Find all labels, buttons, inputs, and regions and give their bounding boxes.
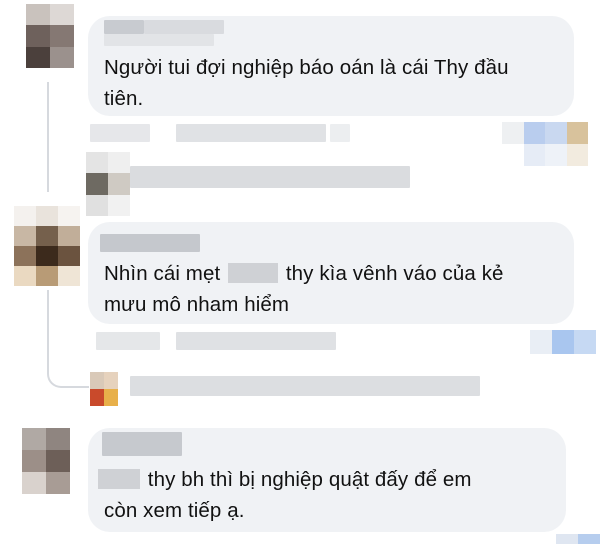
comment-text: Nhìn cái mẹt thy kìa vênh váo của kẻ mưu…: [104, 258, 504, 320]
reply-avatar[interactable]: [86, 152, 130, 216]
author-name[interactable]: [144, 20, 224, 34]
avatar[interactable]: [22, 428, 70, 494]
comment-text: Người tui đợi nghiệp báo oán là cái Thy …: [104, 52, 509, 114]
thread-line: [47, 82, 49, 192]
redacted-name: [98, 469, 140, 489]
reaction-icon[interactable]: [556, 534, 600, 544]
comment-text-line: thy bh thì bị nghiệp quật đấy để em: [147, 468, 472, 491]
view-replies-link[interactable]: [130, 166, 410, 188]
view-replies-link[interactable]: [130, 376, 480, 396]
author-name[interactable]: [100, 234, 200, 252]
avatar[interactable]: [14, 206, 80, 286]
reaction-icon[interactable]: [530, 330, 596, 354]
comment-text-line: tiên.: [104, 87, 144, 110]
reply-action[interactable]: [176, 124, 326, 142]
comment-text-line: Nhìn cái mẹt: [104, 262, 221, 285]
reply-action[interactable]: [176, 332, 336, 350]
timestamp: [330, 124, 350, 142]
author-name[interactable]: [102, 432, 182, 456]
comment-text-line: Người tui đợi nghiệp báo oán là cái Thy …: [104, 56, 509, 79]
thread-line-curve: [47, 368, 89, 388]
comment-text-line: mưu mô nham hiểm: [104, 293, 290, 316]
author-name[interactable]: [104, 20, 144, 34]
like-action[interactable]: [96, 332, 160, 350]
avatar[interactable]: [26, 4, 74, 68]
author-name[interactable]: [104, 34, 214, 46]
like-action[interactable]: [90, 124, 150, 142]
reaction-icon[interactable]: [502, 122, 588, 166]
thread-line: [47, 290, 49, 370]
redacted-name: [228, 263, 279, 283]
reply-avatar[interactable]: [90, 372, 118, 406]
comment-text-line: còn xem tiếp ạ.: [104, 499, 245, 522]
comment-text-line: thy kìa vênh váo của kẻ: [285, 262, 504, 285]
comment-text: thy bh thì bị nghiệp quật đấy để em còn …: [98, 464, 472, 526]
